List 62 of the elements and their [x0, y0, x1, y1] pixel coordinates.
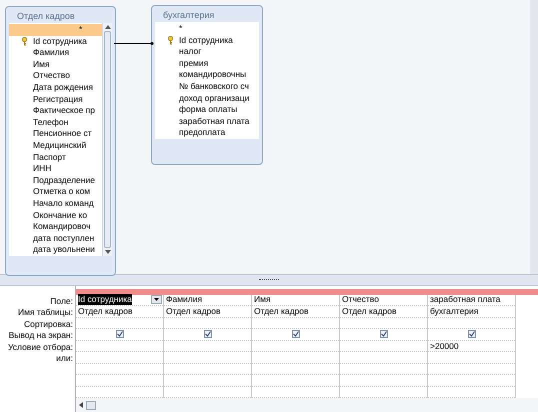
field-item[interactable]: Id сотрудника — [179, 34, 259, 46]
field-item[interactable]: Медицинский — [33, 140, 102, 152]
scrollbar[interactable] — [102, 23, 112, 256]
show-checkbox[interactable] — [292, 330, 300, 338]
row-label: Сортировка: — [24, 318, 73, 330]
table-name-cell: бухгалтерия — [430, 306, 478, 316]
field-item[interactable]: * — [179, 23, 259, 35]
field-item[interactable]: налог — [179, 46, 259, 58]
field-item[interactable]: Начало команд — [33, 198, 102, 210]
table-name-cell: Отдел кадров — [342, 306, 397, 316]
table-name-cell: Отдел кадров — [254, 306, 309, 316]
field-item[interactable]: Командировоч — [33, 221, 102, 233]
field-item[interactable]: доход организаци — [179, 92, 259, 104]
field-item[interactable]: дата увольнени — [33, 244, 102, 256]
field-item[interactable]: Паспорт — [33, 152, 102, 164]
criteria-cell[interactable]: >20000 — [430, 340, 459, 350]
table-title: бухгалтерия — [162, 9, 216, 22]
field-cell[interactable]: Имя — [254, 294, 271, 306]
field-item[interactable]: ИНН — [33, 163, 102, 175]
field-item[interactable]: № банковского сч — [179, 80, 259, 93]
field-item[interactable]: форма оплаты — [179, 104, 259, 116]
table-name-cell: Отдел кадров — [78, 306, 133, 316]
show-checkbox[interactable] — [380, 330, 388, 338]
field-item[interactable]: Фамилия — [33, 47, 102, 59]
field-item[interactable]: Пенсионное ст — [33, 128, 102, 140]
field-item[interactable]: премия — [179, 58, 259, 70]
field-cell[interactable]: Id сотрудника — [78, 294, 132, 306]
field-item[interactable]: * — [9, 24, 102, 36]
field-item[interactable]: Телефон — [33, 116, 102, 128]
field-item[interactable]: заработная плата — [179, 116, 259, 128]
field-cell[interactable]: заработная плата — [430, 294, 500, 306]
scroll-up-icon[interactable] — [104, 25, 110, 29]
field-item[interactable]: Фактическое пр — [33, 105, 102, 117]
table-name-cell: Отдел кадров — [166, 306, 221, 316]
dropdown-button[interactable] — [151, 295, 162, 304]
row-label: Вывод на экран: — [8, 330, 73, 342]
table-title: Отдел кадров — [16, 10, 76, 23]
relationship-line — [114, 41, 154, 46]
field-item[interactable]: Регистрация — [33, 94, 102, 106]
field-item[interactable]: Отметка о ком — [33, 186, 102, 198]
show-checkbox[interactable] — [204, 330, 212, 338]
scroll-thumb[interactable] — [104, 31, 111, 248]
field-item[interactable]: Дата рождения — [33, 82, 102, 94]
scroll-left-icon[interactable] — [79, 402, 83, 408]
show-checkbox[interactable] — [116, 330, 124, 338]
field-cell[interactable]: Фамилия — [166, 294, 202, 306]
field-item[interactable]: предоплата — [179, 127, 259, 139]
field-item[interactable]: Имя — [33, 58, 102, 70]
row-label: Имя таблицы: — [18, 307, 73, 318]
caret-icon — [154, 298, 159, 302]
row-label: или: — [56, 353, 73, 364]
scroll-thumb[interactable] — [86, 400, 96, 410]
row-label: Поле: — [50, 296, 73, 307]
field-item[interactable]: Подразделение — [33, 174, 102, 186]
field-item[interactable]: Отчество — [33, 70, 102, 82]
show-checkbox[interactable] — [468, 330, 476, 338]
field-cell[interactable]: Отчество — [342, 294, 379, 306]
field-item[interactable]: дата поступлен — [33, 232, 102, 244]
field-item[interactable]: Окончание ко — [33, 210, 102, 222]
field-item[interactable]: Id сотрудника — [33, 36, 102, 48]
field-item[interactable]: командировочны — [179, 69, 259, 81]
row-label: Условие отбора: — [8, 342, 73, 353]
